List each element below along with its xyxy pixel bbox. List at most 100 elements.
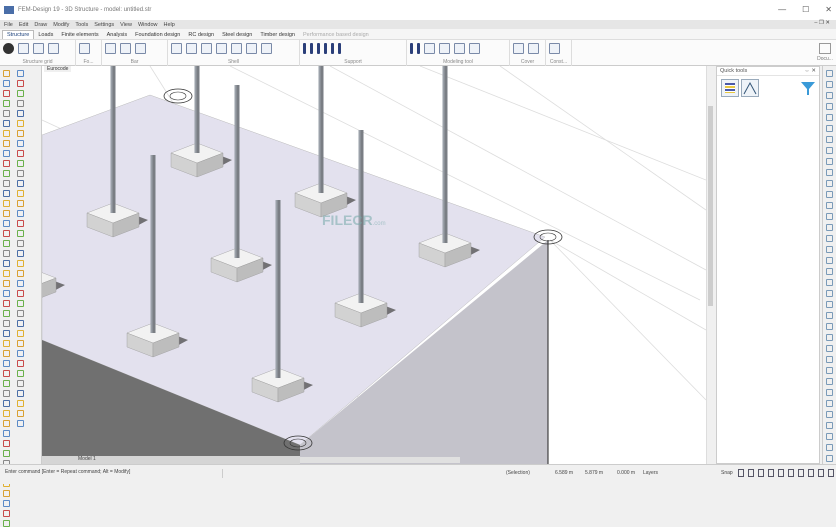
view-tool-icon[interactable] [826, 389, 833, 396]
view-tool-icon[interactable] [826, 455, 833, 462]
tool-icon[interactable] [3, 350, 10, 357]
view-tool-icon[interactable] [826, 367, 833, 374]
tool-icon[interactable] [3, 90, 10, 97]
view-tool-icon[interactable] [826, 411, 833, 418]
maximize-button[interactable]: ☐ [802, 5, 809, 14]
tool-icon[interactable] [3, 290, 10, 297]
tool-icon[interactable] [17, 210, 24, 217]
tool-icon[interactable] [17, 80, 24, 87]
tool-icon[interactable] [17, 220, 24, 227]
tool-icon[interactable] [3, 200, 10, 207]
tool-icon[interactable] [17, 300, 24, 307]
tool-icon[interactable] [3, 230, 10, 237]
tool-icon[interactable] [17, 230, 24, 237]
tool-icon[interactable] [17, 330, 24, 337]
tool-icon[interactable] [17, 180, 24, 187]
view-tool-icon[interactable] [826, 180, 833, 187]
ribbon-tool-icon[interactable] [303, 43, 306, 54]
view-tool-icon[interactable] [826, 279, 833, 286]
tab-finite-elements[interactable]: Finite elements [57, 31, 102, 39]
snap-mode-icon[interactable] [828, 469, 834, 477]
tool-icon[interactable] [3, 380, 10, 387]
tool-icon[interactable] [17, 320, 24, 327]
ribbon-tool-icon[interactable] [513, 43, 524, 54]
tool-icon[interactable] [17, 360, 24, 367]
tool-icon[interactable] [17, 70, 24, 77]
snap-mode-icon[interactable] [808, 469, 814, 477]
ribbon-tool-icon[interactable] [410, 43, 413, 54]
view-tool-icon[interactable] [826, 191, 833, 198]
tool-icon[interactable] [17, 150, 24, 157]
tool-icon[interactable] [3, 410, 10, 417]
tab-structure[interactable]: Structure [2, 30, 35, 39]
tool-icon[interactable] [3, 240, 10, 247]
view-tool-icon[interactable] [826, 235, 833, 242]
view-tool-icon[interactable] [826, 114, 833, 121]
mdi-window-controls[interactable]: – ❐ ✕ [814, 20, 830, 26]
ribbon-tool-icon[interactable] [216, 43, 227, 54]
tool-icon[interactable] [3, 280, 10, 287]
tool-icon[interactable] [3, 390, 10, 397]
menu-help[interactable]: Help [164, 22, 175, 28]
tool-icon[interactable] [3, 130, 10, 137]
tab-analysis[interactable]: Analysis [103, 31, 131, 39]
tool-icon[interactable] [17, 240, 24, 247]
menu-tools[interactable]: Tools [75, 22, 88, 28]
tool-icon[interactable] [17, 290, 24, 297]
tool-icon[interactable] [3, 510, 10, 517]
tool-icon[interactable] [17, 200, 24, 207]
tool-icon[interactable] [17, 400, 24, 407]
view-tool-icon[interactable] [826, 92, 833, 99]
view-tool-icon[interactable] [826, 378, 833, 385]
tool-icon[interactable] [3, 320, 10, 327]
tool-icon[interactable] [3, 160, 10, 167]
view-tool-icon[interactable] [826, 356, 833, 363]
layers-list-icon[interactable] [721, 79, 739, 97]
tool-icon[interactable] [3, 260, 10, 267]
tool-icon[interactable] [3, 430, 10, 437]
tab-rc-design[interactable]: RC design [184, 31, 218, 39]
ribbon-tool-icon[interactable] [33, 43, 44, 54]
ribbon-tool-icon[interactable] [424, 43, 435, 54]
view-tool-icon[interactable] [826, 433, 833, 440]
snap-mode-icon[interactable] [758, 469, 764, 477]
ribbon-tool-icon[interactable] [261, 43, 272, 54]
ribbon-tool-icon[interactable] [79, 43, 90, 54]
tab-steel-design[interactable]: Steel design [218, 31, 256, 39]
tool-icon[interactable] [17, 390, 24, 397]
ribbon-tool-icon[interactable] [454, 43, 465, 54]
ribbon-tool-icon[interactable] [171, 43, 182, 54]
view-tool-icon[interactable] [826, 103, 833, 110]
tab-performance-based-design[interactable]: Performance based design [299, 31, 373, 39]
column-with-footing[interactable] [294, 66, 356, 218]
ribbon-tool-icon[interactable] [120, 43, 131, 54]
ribbon-tool-icon[interactable] [105, 43, 116, 54]
documentation-button[interactable]: Docu... [816, 41, 834, 65]
tab-timber-design[interactable]: Timber design [256, 31, 299, 39]
ribbon-tool-icon[interactable] [3, 43, 14, 54]
ribbon-tool-icon[interactable] [549, 43, 560, 54]
ribbon-tool-icon[interactable] [439, 43, 450, 54]
tool-icon[interactable] [3, 490, 10, 497]
tool-icon[interactable] [17, 160, 24, 167]
tool-icon[interactable] [17, 380, 24, 387]
view-tool-icon[interactable] [826, 246, 833, 253]
model-tab[interactable]: Model 1 [42, 456, 300, 464]
tool-icon[interactable] [17, 120, 24, 127]
tool-icon[interactable] [17, 90, 24, 97]
view-tool-icon[interactable] [826, 169, 833, 176]
snap-mode-icon[interactable] [788, 469, 794, 477]
tool-icon[interactable] [3, 400, 10, 407]
view-tool-icon[interactable] [826, 422, 833, 429]
diagram-tool-icon[interactable] [741, 79, 759, 97]
tool-icon[interactable] [3, 310, 10, 317]
tool-icon[interactable] [17, 250, 24, 257]
ribbon-tool-icon[interactable] [528, 43, 539, 54]
tool-icon[interactable] [17, 280, 24, 287]
tool-icon[interactable] [17, 260, 24, 267]
tab-foundation-design[interactable]: Foundation design [131, 31, 184, 39]
tool-icon[interactable] [3, 70, 10, 77]
view-tool-icon[interactable] [826, 70, 833, 77]
tool-icon[interactable] [17, 420, 24, 427]
horizontal-scrollbar[interactable] [300, 457, 460, 463]
